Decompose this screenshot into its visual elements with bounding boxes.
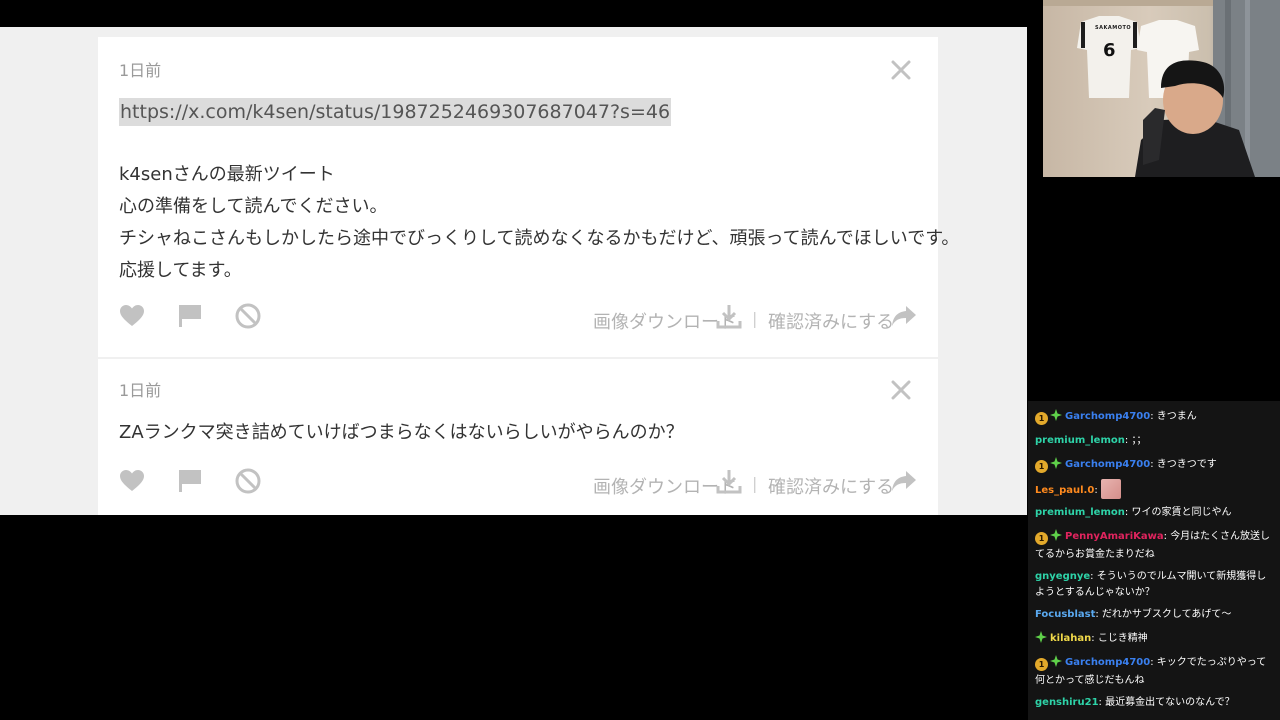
heart-icon[interactable] [118, 302, 146, 330]
chat-username[interactable]: Garchomp4700 [1065, 657, 1150, 668]
gem-badge-icon [1035, 631, 1047, 649]
chat-message: 1 PennyAmariKawa: 今月はたくさん放送してるからお賞金たまりだね [1035, 529, 1275, 563]
tweet-url[interactable]: https://x.com/k4sen/status/1987252469307… [119, 98, 672, 126]
post-actions: 画像ダウンロード | 確認済みにする [98, 467, 938, 503]
chat-text: こじき精神 [1097, 633, 1148, 644]
chat-username[interactable]: Focusblast [1035, 609, 1095, 620]
flag-icon[interactable] [176, 467, 204, 495]
subscriber-badge-icon: 1 [1035, 532, 1048, 545]
share-icon[interactable] [890, 467, 918, 495]
separator: | [752, 474, 758, 493]
chat-text: だれかサブスクしてあげて〜 [1101, 609, 1232, 620]
mark-confirmed-button[interactable]: 確認済みにする [768, 308, 894, 334]
close-icon[interactable] [890, 59, 912, 81]
chat-message: Focusblast: だれかサブスクしてあげて〜 [1035, 607, 1275, 623]
flag-icon[interactable] [176, 302, 204, 330]
post-time: 1日前 [119, 61, 162, 80]
gem-badge-icon [1050, 529, 1062, 547]
chat-username[interactable]: genshiru21 [1035, 697, 1099, 708]
gem-badge-icon [1050, 655, 1062, 673]
chat-text: きつきつです [1156, 459, 1217, 470]
chat-username[interactable]: premium_lemon [1035, 435, 1125, 446]
chat-username[interactable]: Garchomp4700 [1065, 411, 1150, 422]
heart-icon[interactable] [118, 467, 146, 495]
share-icon[interactable] [890, 302, 918, 330]
chat-message: 1 Garchomp4700: きつまん [1035, 409, 1275, 427]
post-line: 応援してます。 [119, 260, 242, 281]
gem-badge-icon [1050, 409, 1062, 427]
block-icon[interactable] [234, 467, 262, 495]
chat-message: premium_lemon: ；； [1035, 433, 1275, 449]
post-line: 心の準備をして読んでください。 [119, 196, 388, 217]
post-line: ZAランクマ突き詰めていけばつまらなくはないらしいがやらんのか？ [119, 422, 684, 443]
webcam-feed: SAKAMOTO 6 [1043, 0, 1280, 177]
question-card: 1日前 ZAランクマ突き詰めていけばつまらなくはないらしいがやらんのか？ 画像ダ… [98, 359, 938, 515]
chat-text: ；； [1131, 435, 1147, 446]
chat-username[interactable]: Garchomp4700 [1065, 459, 1150, 470]
chat-colon: : [1094, 485, 1101, 496]
post-line: k4senさんの最新ツイート [119, 164, 335, 185]
chat-panel: 1 Garchomp4700: きつまん premium_lemon: ；； 1 Gar… [1028, 401, 1280, 720]
separator: | [752, 309, 758, 328]
chat-username[interactable]: kilahan [1050, 633, 1091, 644]
chat-message: premium_lemon: ワイの家賃と同じやん [1035, 505, 1275, 521]
mark-confirmed-button[interactable]: 確認済みにする [768, 473, 894, 499]
download-icon[interactable] [715, 467, 743, 495]
subscriber-badge-icon: 1 [1035, 460, 1048, 473]
post-body: k4senさんの最新ツイート 心の準備をして読んでください。 チシャねこさんもし… [119, 159, 959, 287]
block-icon[interactable] [234, 302, 262, 330]
post-body: ZAランクマ突き詰めていけばつまらなくはないらしいがやらんのか？ [119, 417, 684, 449]
chat-text: ワイの家賃と同じやん [1131, 507, 1232, 518]
subscriber-badge-icon: 1 [1035, 658, 1048, 671]
chat-username[interactable]: Les_paul.0 [1035, 485, 1094, 496]
post-line: チシャねこさんもしかしたら途中でびっくりして読めなくなるかもだけど、頑張って読ん… [119, 228, 960, 249]
pink-face-emote [1100, 479, 1121, 499]
post-actions: 画像ダウンロード | 確認済みにする [98, 302, 938, 338]
post-time: 1日前 [119, 381, 162, 400]
chat-message: genshiru21: 最近募金出てないのなんで？ [1035, 695, 1275, 711]
chat-text: 最近募金出てないのなんで？ [1105, 697, 1235, 708]
chat-username[interactable]: premium_lemon [1035, 507, 1125, 518]
question-card: 1日前 https://x.com/k4sen/status/198725246… [98, 37, 959, 357]
chat-message: 1 Garchomp4700: きつきつです [1035, 457, 1275, 475]
chat-text: きつまん [1156, 411, 1197, 422]
jersey-name: SAKAMOTO [1095, 25, 1132, 31]
chat-username[interactable]: PennyAmariKawa [1065, 531, 1164, 542]
chat-message: kilahan: こじき精神 [1035, 631, 1275, 649]
question-box-page: 1日前 https://x.com/k4sen/status/198725246… [0, 27, 1027, 515]
chat-message: 1 Garchomp4700: キックでたっぷりやって何とかって感じだもんね [1035, 655, 1275, 689]
download-icon[interactable] [715, 302, 743, 330]
chat-username[interactable]: gnyegnye [1035, 571, 1090, 582]
jersey-number: 6 [1103, 40, 1116, 61]
gem-badge-icon [1050, 457, 1062, 475]
subscriber-badge-icon: 1 [1035, 412, 1048, 425]
chat-message: gnyegnye: そういうのでルムマ開いて新規獲得しようとするんじゃないか？ [1035, 569, 1275, 601]
close-icon[interactable] [890, 379, 912, 401]
chat-message: Les_paul.0: [1035, 479, 1275, 499]
